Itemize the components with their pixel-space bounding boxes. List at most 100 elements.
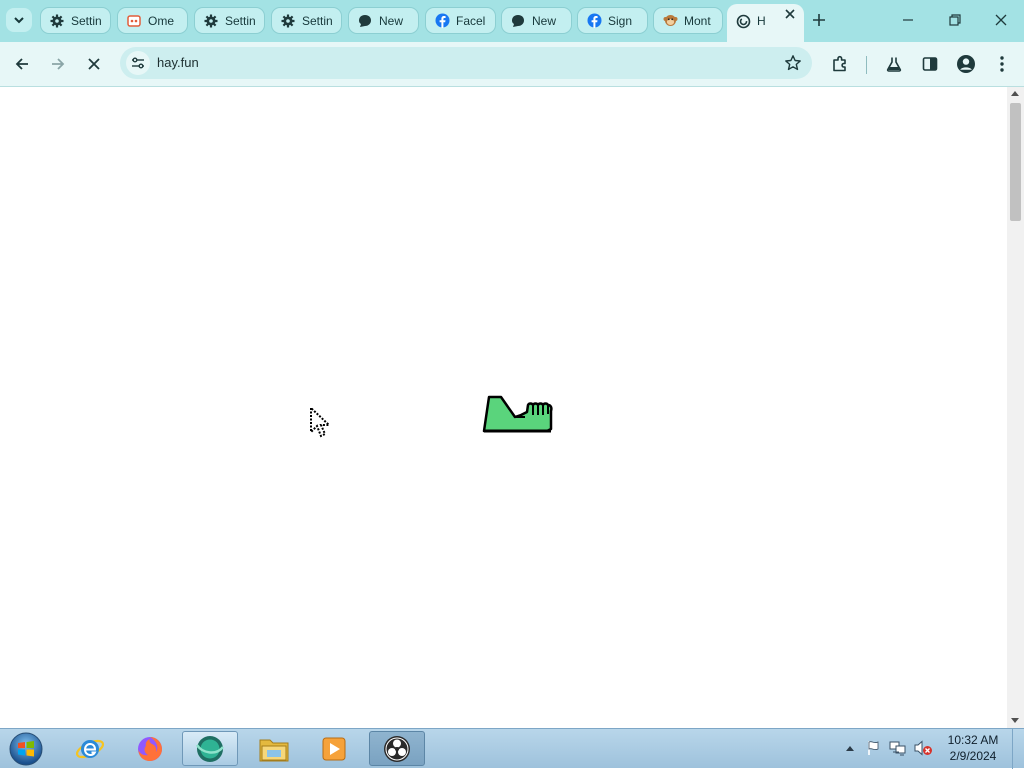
close-window-button[interactable] <box>981 4 1021 36</box>
forward-button[interactable] <box>44 50 72 78</box>
firefox-icon <box>138 736 162 761</box>
tab-title: Settin <box>302 13 333 28</box>
new-tab-button[interactable] <box>808 9 830 31</box>
tab-active-loading[interactable]: H <box>727 4 804 42</box>
tab-title: Facel <box>456 13 486 28</box>
labs-button[interactable] <box>880 50 908 78</box>
facebook-icon <box>586 13 602 29</box>
monkey-icon <box>662 13 678 29</box>
clock-time: 10:32 AM <box>947 733 999 747</box>
gear-icon <box>49 13 65 29</box>
restore-button[interactable] <box>935 4 975 36</box>
close-icon <box>88 58 100 70</box>
minimize-icon <box>903 19 913 21</box>
chat-bubble-icon <box>357 13 373 29</box>
taskbar-obs[interactable] <box>369 731 425 766</box>
facebook-icon <box>434 13 450 29</box>
tab-close-button[interactable] <box>782 6 798 22</box>
tab-title: Settin <box>225 13 256 28</box>
volume-muted-icon <box>914 740 932 756</box>
taskbar-firefox[interactable] <box>122 731 178 766</box>
close-icon <box>785 9 795 19</box>
tab-facebook-1[interactable]: Facel <box>425 7 496 34</box>
folder-icon <box>259 739 289 761</box>
tab-title: Sign <box>608 13 633 28</box>
site-info-button[interactable] <box>126 51 150 75</box>
taskbar-file-explorer[interactable] <box>246 731 302 766</box>
system-clock[interactable]: 10:32 AM 2/9/2024 <box>940 732 1006 764</box>
tab-title: Settin <box>71 13 102 28</box>
kebab-menu-icon <box>1000 56 1004 72</box>
tab-new-1[interactable]: New <box>348 7 419 34</box>
start-button[interactable] <box>6 731 46 767</box>
omegle-icon <box>126 13 142 29</box>
volume-tray[interactable] <box>913 739 933 757</box>
windows-taskbar: 10:32 AM 2/9/2024 <box>0 728 1024 769</box>
arrow-right-icon <box>52 58 65 70</box>
tab-settings-2[interactable]: Settin <box>194 7 265 34</box>
side-panel-icon <box>922 57 938 71</box>
chevron-down-icon <box>14 17 24 24</box>
tab-settings-3[interactable]: Settin <box>271 7 342 34</box>
flask-icon <box>886 57 902 72</box>
profile-button[interactable] <box>952 50 980 78</box>
action-center-tray[interactable] <box>865 739 883 757</box>
hand-sprite-icon <box>482 395 553 433</box>
media-player-icon <box>322 737 346 760</box>
stop-loading-button[interactable] <box>80 50 108 78</box>
restore-icon <box>949 14 961 26</box>
internet-explorer-icon <box>75 739 105 758</box>
network-tray[interactable] <box>889 739 907 757</box>
chat-bubble-icon <box>510 13 526 29</box>
tab-title: Mont <box>684 13 711 28</box>
scroll-down-arrow[interactable] <box>1011 718 1019 723</box>
arrow-left-icon <box>15 58 28 70</box>
tab-title: H <box>757 14 766 28</box>
url-text[interactable]: hay.fun <box>157 55 199 70</box>
chevron-up-icon <box>846 746 854 751</box>
toolbar-separator <box>866 56 867 74</box>
loading-spinner-icon <box>735 13 751 29</box>
puzzle-icon <box>833 55 846 72</box>
tab-new-2[interactable]: New <box>501 7 572 34</box>
minimize-button[interactable] <box>888 4 928 36</box>
back-button[interactable] <box>8 50 36 78</box>
pixel-cursor-icon <box>310 406 332 438</box>
flag-icon <box>868 741 879 755</box>
tab-strip: Settin Ome Settin Settin New Facel New S… <box>0 0 1024 42</box>
network-icon <box>889 741 906 756</box>
extensions-button[interactable] <box>826 50 854 78</box>
taskbar-media-player[interactable] <box>306 731 362 766</box>
side-panel-button[interactable] <box>916 50 944 78</box>
show-desktop-button[interactable] <box>1012 729 1024 769</box>
browser-icon <box>195 735 224 762</box>
taskbar-internet-explorer[interactable] <box>62 731 118 766</box>
tab-title: New <box>532 13 557 28</box>
tune-icon <box>132 57 144 69</box>
bookmark-star-icon[interactable] <box>784 54 802 72</box>
tab-monkey[interactable]: Mont <box>653 7 723 34</box>
browser-toolbar: hay.fun <box>0 42 1024 87</box>
vertical-scrollbar[interactable] <box>1007 87 1024 728</box>
menu-button[interactable] <box>988 50 1016 78</box>
gear-icon <box>280 13 296 29</box>
tab-settings-1[interactable]: Settin <box>40 7 111 34</box>
scrollbar-thumb[interactable] <box>1010 103 1021 221</box>
clock-date: 2/9/2024 <box>949 749 997 763</box>
scroll-up-arrow[interactable] <box>1011 91 1019 96</box>
avatar-icon <box>957 55 975 73</box>
tab-search-button[interactable] <box>6 8 32 32</box>
gear-icon <box>203 13 219 29</box>
plus-icon <box>813 14 825 26</box>
show-hidden-icons-button[interactable] <box>844 739 856 757</box>
page-viewport[interactable] <box>0 87 1007 728</box>
address-bar[interactable]: hay.fun <box>120 47 812 79</box>
tab-facebook-2[interactable]: Sign <box>577 7 648 34</box>
tab-title: New <box>379 13 404 28</box>
windows-logo-icon <box>9 732 43 766</box>
obs-icon <box>384 735 410 762</box>
taskbar-browser-active[interactable] <box>182 731 238 766</box>
close-icon <box>995 14 1007 26</box>
tab-omegle[interactable]: Ome <box>117 7 188 34</box>
tab-title: Ome <box>148 13 175 28</box>
